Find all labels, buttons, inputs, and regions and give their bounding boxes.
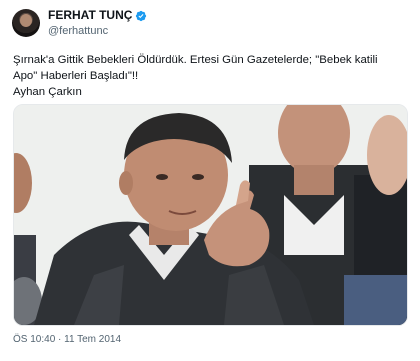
tweet-timestamp[interactable]: ÖS 10:40 · 11 Tem 2014	[13, 334, 121, 345]
avatar[interactable]	[12, 9, 40, 38]
handle[interactable]: @ferhattunc	[48, 25, 147, 38]
tweet-card: FERHAT TUNÇ @ferhattunc Şırnak'a Gittik …	[0, 0, 420, 361]
tweet-text-line: Ayhan Çarkın	[13, 86, 82, 98]
display-name[interactable]: FERHAT TUNÇ	[48, 8, 132, 23]
tweet-text-line: Apo" Haberleri Başladı"!!	[13, 70, 139, 82]
tweet-photo[interactable]	[13, 104, 408, 326]
verified-badge-icon	[136, 10, 147, 22]
tweet-text: Şırnak'a Gittik Bebekleri Öldürdük. Erte…	[13, 52, 413, 100]
tweet-text-line: Şırnak'a Gittik Bebekleri Öldürdük. Erte…	[13, 54, 378, 66]
tweet-header: FERHAT TUNÇ @ferhattunc	[12, 8, 147, 38]
author-names: FERHAT TUNÇ @ferhattunc	[48, 8, 147, 38]
photo-illustration	[14, 105, 407, 325]
display-name-row: FERHAT TUNÇ	[48, 8, 147, 23]
